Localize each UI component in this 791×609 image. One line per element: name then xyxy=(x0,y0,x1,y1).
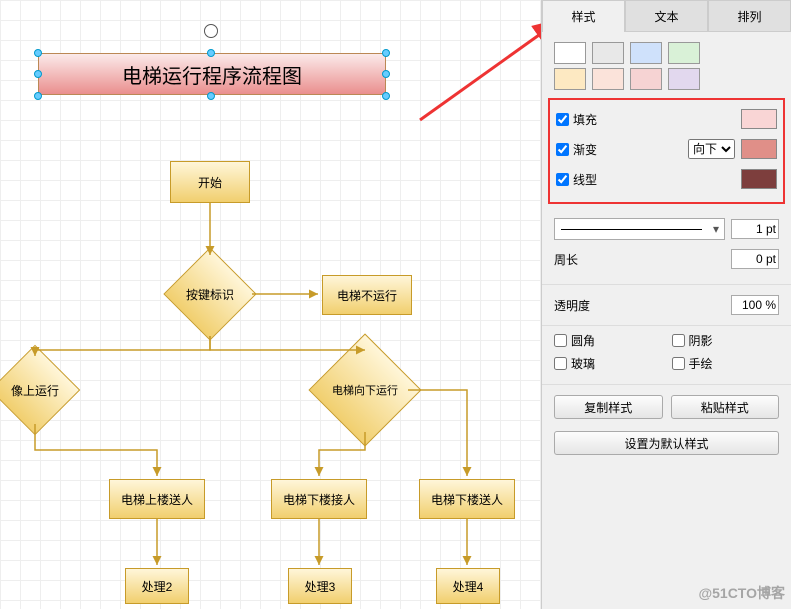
tab-arrange-label: 排列 xyxy=(737,10,761,24)
tab-style[interactable]: 样式 xyxy=(542,0,625,32)
canvas[interactable]: 电梯运行程序流程图 开始 按键标识 电梯不运行 像上运行 电梯向下运行 电梯上楼… xyxy=(0,0,541,609)
shadow-checkbox[interactable] xyxy=(672,334,685,347)
gradient-label: 渐变 xyxy=(573,141,597,158)
gradient-color[interactable] xyxy=(741,139,777,159)
shadow-label: 阴影 xyxy=(689,332,713,349)
tab-arrange[interactable]: 排列 xyxy=(708,0,791,32)
opacity-label: 透明度 xyxy=(554,297,590,314)
fill-color[interactable] xyxy=(741,109,777,129)
line-label: 线型 xyxy=(573,171,597,188)
copy-style-button[interactable]: 复制样式 xyxy=(554,395,663,419)
gradient-direction[interactable]: 向下 xyxy=(688,139,735,159)
paste-style-label: 粘贴样式 xyxy=(701,401,749,415)
shadow-checkbox-label[interactable]: 阴影 xyxy=(672,332,780,349)
line-checkbox[interactable] xyxy=(556,173,569,186)
fill-checkbox[interactable] xyxy=(556,113,569,126)
rounded-checkbox[interactable] xyxy=(554,334,567,347)
tab-text-label: 文本 xyxy=(654,10,678,24)
swatch[interactable] xyxy=(668,68,700,90)
perimeter-input[interactable] xyxy=(731,249,779,269)
tab-text[interactable]: 文本 xyxy=(625,0,708,32)
line-style-select[interactable]: ▾ xyxy=(554,218,725,240)
line-width-input[interactable] xyxy=(731,219,779,239)
glass-label: 玻璃 xyxy=(571,355,595,372)
glass-checkbox-label[interactable]: 玻璃 xyxy=(554,355,662,372)
tab-style-label: 样式 xyxy=(571,10,595,24)
opacity-input[interactable] xyxy=(731,295,779,315)
sketch-checkbox-label[interactable]: 手绘 xyxy=(672,355,780,372)
set-default-style-button[interactable]: 设置为默认样式 xyxy=(554,431,779,455)
connectors xyxy=(0,0,541,609)
gradient-checkbox-label[interactable]: 渐变 xyxy=(556,141,682,158)
swatch[interactable] xyxy=(554,68,586,90)
sketch-checkbox[interactable] xyxy=(672,357,685,370)
fill-label: 填充 xyxy=(573,111,597,128)
swatch-row-1 xyxy=(542,32,791,68)
rounded-label: 圆角 xyxy=(571,332,595,349)
swatch[interactable] xyxy=(630,42,662,64)
rounded-checkbox-label[interactable]: 圆角 xyxy=(554,332,662,349)
watermark: @51CTO博客 xyxy=(698,583,785,603)
swatch[interactable] xyxy=(592,68,624,90)
swatch[interactable] xyxy=(630,68,662,90)
perimeter-label: 周长 xyxy=(554,251,725,268)
swatch[interactable] xyxy=(668,42,700,64)
swatch[interactable] xyxy=(554,42,586,64)
swatch[interactable] xyxy=(592,42,624,64)
style-panel: 样式 文本 排列 填充 渐变 向下 线型 ▾ xyxy=(541,0,791,609)
glass-checkbox[interactable] xyxy=(554,357,567,370)
gradient-checkbox[interactable] xyxy=(556,143,569,156)
sketch-label: 手绘 xyxy=(689,355,713,372)
line-checkbox-label[interactable]: 线型 xyxy=(556,171,735,188)
copy-style-label: 复制样式 xyxy=(584,401,632,415)
set-default-label: 设置为默认样式 xyxy=(624,437,708,451)
fill-checkbox-label[interactable]: 填充 xyxy=(556,111,735,128)
paste-style-button[interactable]: 粘贴样式 xyxy=(671,395,780,419)
line-color[interactable] xyxy=(741,169,777,189)
highlighted-section: 填充 渐变 向下 线型 xyxy=(548,98,785,204)
swatch-row-2 xyxy=(542,68,791,94)
